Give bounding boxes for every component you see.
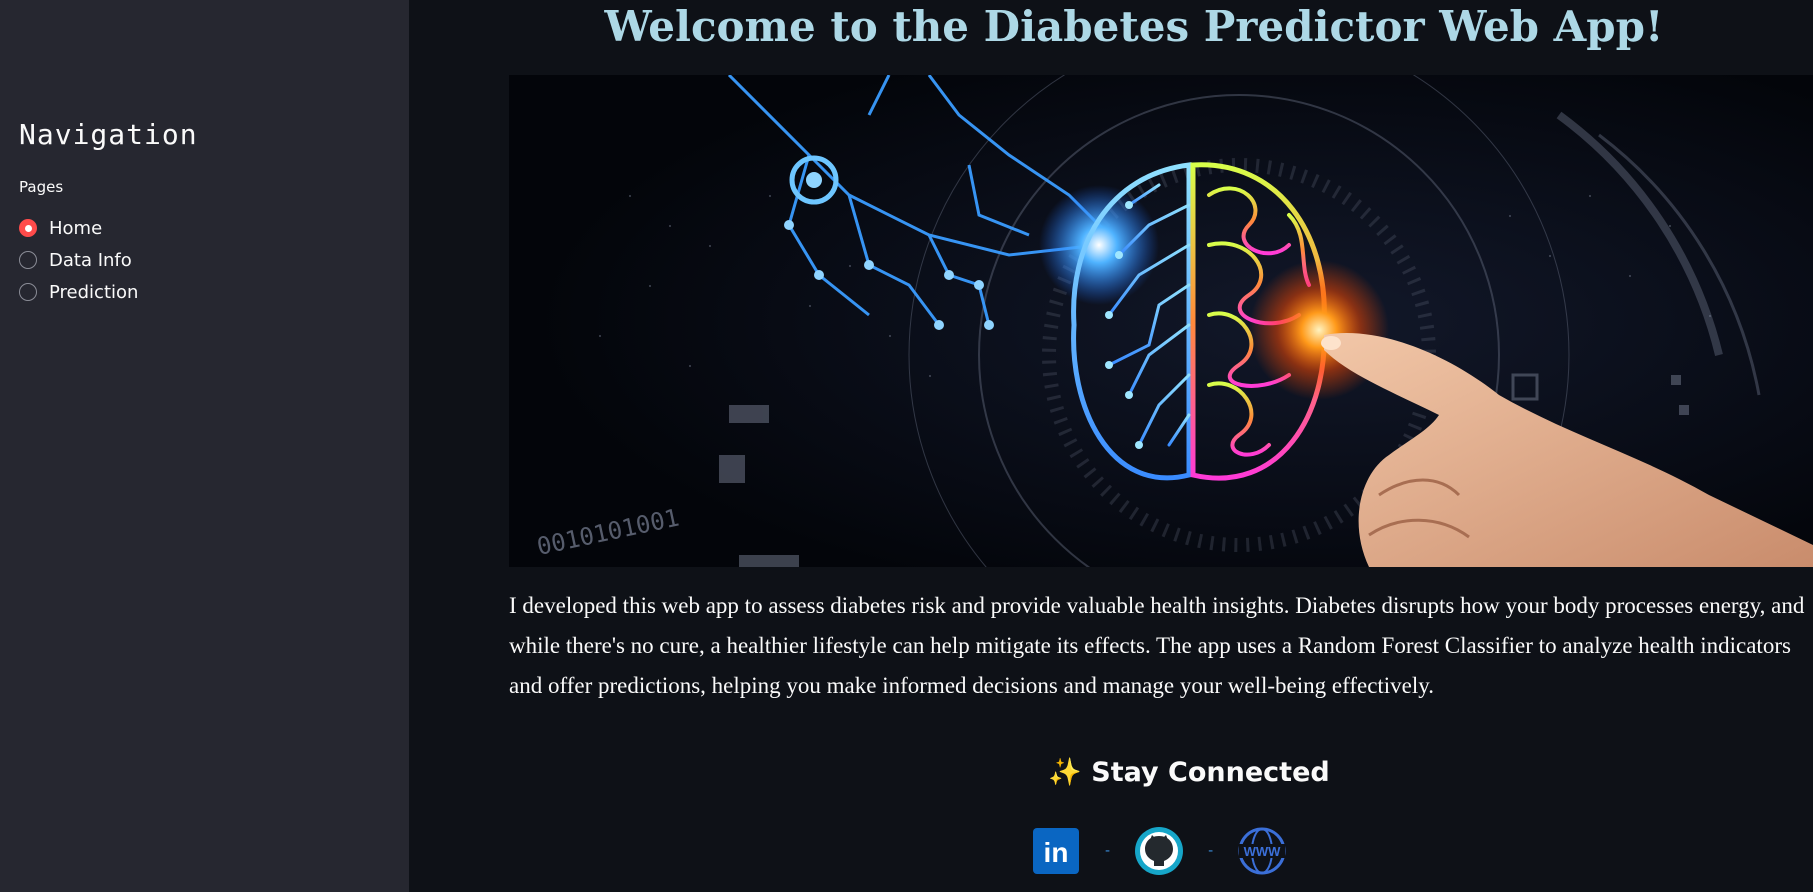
pages-label: Pages (19, 178, 64, 196)
linkedin-icon[interactable]: in (1031, 826, 1081, 876)
sidebar-title: Navigation (19, 118, 198, 151)
app-description: I developed this web app to assess diabe… (509, 593, 1805, 698)
radio-button[interactable] (19, 251, 37, 269)
github-icon[interactable] (1134, 826, 1184, 876)
radio-label-data-info: Data Info (49, 249, 132, 271)
radio-item-prediction[interactable]: Prediction (19, 276, 138, 308)
main-content: Welcome to the Diabetes Predictor Web Ap… (409, 0, 1813, 892)
page-radio-group: Home Data Info Prediction (19, 212, 138, 308)
stay-connected-heading: ✨ Stay Connected (1048, 757, 1330, 788)
page-title: Welcome to the Diabetes Predictor Web Ap… (604, 2, 1664, 51)
linkedin-icon-text: in (1044, 837, 1069, 868)
radio-label-home: Home (49, 217, 103, 239)
hero-image: 0010101001 (509, 75, 1813, 567)
social-links: in - - WWW (1031, 826, 1287, 876)
separator: - (1105, 843, 1111, 859)
separator: - (1208, 843, 1214, 859)
radio-item-home[interactable]: Home (19, 212, 138, 244)
radio-button[interactable] (19, 283, 37, 301)
radio-label-prediction: Prediction (49, 281, 139, 303)
radio-item-data-info[interactable]: Data Info (19, 244, 138, 276)
sidebar: Navigation Pages Home Data Info Predicti… (0, 0, 409, 892)
website-icon[interactable]: WWW (1237, 826, 1287, 876)
website-icon-text: WWW (1244, 844, 1282, 859)
app-root: Navigation Pages Home Data Info Predicti… (0, 0, 1813, 892)
radio-button-checked[interactable] (19, 219, 37, 237)
